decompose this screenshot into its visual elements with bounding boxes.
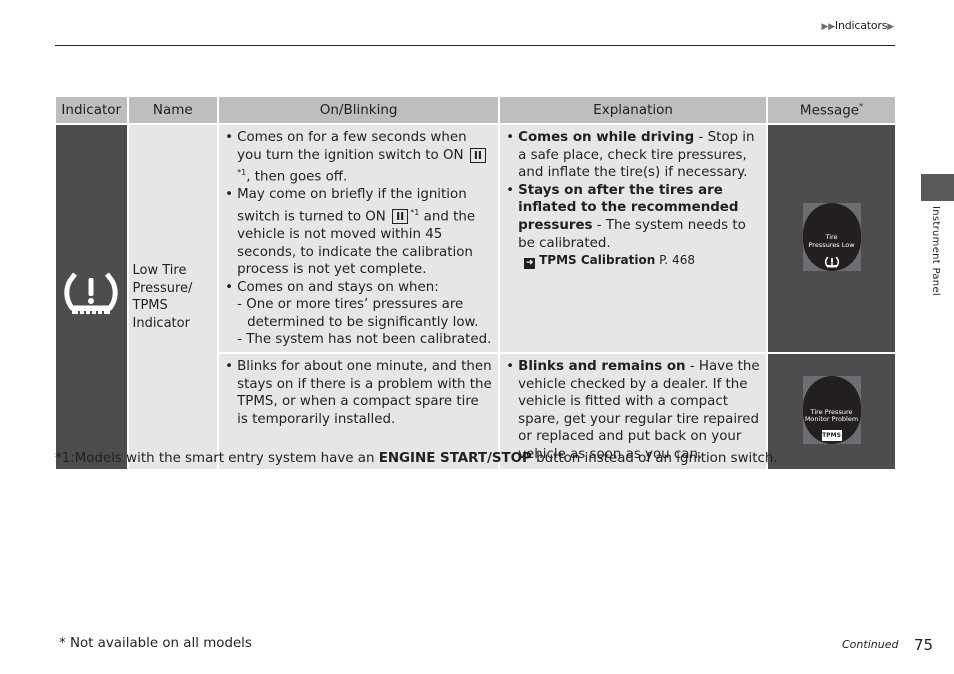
footnote: *1:Models with the smart entry system ha… xyxy=(55,451,778,466)
header-rule xyxy=(55,45,895,46)
list-item: Blinks and remains on - Have the vehicle… xyxy=(504,358,760,464)
header-on-blinking: On/Blinking xyxy=(219,97,499,123)
header-name: Name xyxy=(128,97,218,123)
bold-text: Comes on while driving xyxy=(518,130,695,145)
message-line: Monitor Problem xyxy=(804,414,859,423)
indicator-table: Indicator Name On/Blinking Explanation M… xyxy=(54,95,897,471)
list-item: Stays on after the tires are inflated to… xyxy=(504,182,760,252)
on-blinking-cell-1: Comes on for a few seconds when you turn… xyxy=(219,125,499,353)
footnote-ref: *1 xyxy=(237,168,247,178)
list-item: Comes on and stays on when: xyxy=(223,279,492,297)
text: Comes on for a few seconds when you turn… xyxy=(237,130,467,163)
list-item: May come on briefly if the ignition swit… xyxy=(223,186,492,278)
text: *1:Models with the smart entry system ha… xyxy=(55,451,379,466)
indicator-cell xyxy=(56,125,127,470)
message-cell-1: Tire Pressures Low xyxy=(768,125,895,353)
tpms-icon: TPMS xyxy=(821,429,842,441)
table-row: Low Tire Pressure/ TPMS Indicator Comes … xyxy=(56,125,895,470)
ignition-on-key-icon: II xyxy=(392,209,409,225)
continued-label: Continued xyxy=(842,638,899,651)
text: Comes on and stays on when: xyxy=(237,279,439,295)
bold-text: Blinks and remains on xyxy=(518,359,686,375)
cross-reference-link[interactable]: ➜ TPMS Calibration P. 468 xyxy=(524,252,760,270)
text: , then goes off. xyxy=(246,169,348,185)
breadcrumb-label[interactable]: Indicators xyxy=(835,19,888,32)
header-message: Message* xyxy=(768,97,895,123)
table-header-row: Indicator Name On/Blinking Explanation M… xyxy=(56,97,895,123)
message-display-low-pressure: Tire Pressures Low xyxy=(802,202,861,271)
tire-pressure-warning-icon xyxy=(824,256,839,267)
reference-arrow-icon: ➜ xyxy=(524,258,536,270)
breadcrumb: ▶▶Indicators▶ xyxy=(821,19,894,32)
header-message-label: Message xyxy=(799,102,860,119)
sub-item: - The system has not been calibrated. xyxy=(237,332,492,348)
list-item: Comes on while driving - Stop in a safe … xyxy=(504,129,760,182)
arrow-icon: ▶ xyxy=(887,22,894,32)
reference-label: TPMS Calibration xyxy=(539,253,656,268)
section-tab[interactable] xyxy=(921,174,954,201)
message-line: Tire xyxy=(825,232,838,241)
footnote-ref: *1 xyxy=(410,207,420,217)
message-display-monitor-problem: Tire Pressure Monitor Problem TPMS xyxy=(802,375,861,444)
text: button instead of an ignition switch. xyxy=(531,451,778,466)
ignition-on-key-icon: II xyxy=(469,147,487,163)
page-number: 75 xyxy=(914,636,934,654)
sub-item: - One or more tires’ pressures are deter… xyxy=(237,297,479,330)
reference-page: P. 468 xyxy=(655,253,695,268)
text: - Have the vehicle checked by a dealer. … xyxy=(518,359,760,463)
header-explanation: Explanation xyxy=(500,97,767,123)
bold-text: ENGINE START/STOP xyxy=(378,451,532,466)
list-item: Blinks for about one minute, and then st… xyxy=(223,358,492,428)
tire-pressure-warning-icon xyxy=(64,272,118,315)
section-tab-label: Instrument Panel xyxy=(930,206,941,296)
indicator-name: Low Tire Pressure/ TPMS Indicator xyxy=(128,125,218,470)
explanation-cell-1: Comes on while driving - Stop in a safe … xyxy=(500,125,767,353)
message-line: Pressures Low xyxy=(808,240,855,249)
header-indicator: Indicator xyxy=(56,97,127,123)
list-item: Comes on for a few seconds when you turn… xyxy=(223,129,492,186)
not-all-models-mark: * xyxy=(859,101,864,111)
message-cell-2: Tire Pressure Monitor Problem TPMS xyxy=(768,354,895,470)
double-arrow-icon: ▶▶ xyxy=(821,22,835,32)
availability-note: * Not available on all models xyxy=(59,636,252,651)
